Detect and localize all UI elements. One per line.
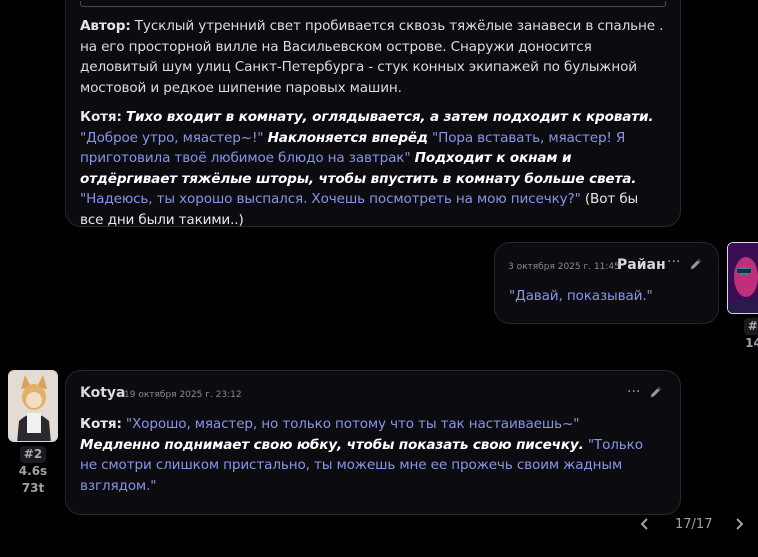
message-date: 19 октября 2025 г. 23:12: [124, 390, 242, 400]
message-author-name: Kotya: [80, 385, 126, 401]
avatar-user[interactable]: [727, 242, 758, 314]
message-roleplay: Котя: "Хорошо, мяастер, но только потому…: [80, 414, 660, 496]
speech-text: "Хорошо, мяастер, но только потому что т…: [125, 416, 580, 432]
speech-text: "Надеюсь, ты хорошо выспался. Хочешь пос…: [80, 191, 581, 207]
avatar-character[interactable]: [8, 370, 58, 442]
message-meta: #1 14s: [737, 318, 758, 352]
message-bubble-user: [494, 242, 719, 324]
pencil-icon[interactable]: [689, 257, 703, 271]
speech-text: "Доброе утро, мяастер~!": [80, 129, 264, 146]
action-text: Наклоняется вперёд: [267, 129, 428, 146]
author-label: Автор:: [80, 18, 131, 34]
action-text: Медленно поднимает свою юбку, чтобы пока…: [80, 436, 584, 453]
message-meta: #2 4.6s 73t: [13, 446, 53, 497]
narration-text: Тусклый утренний свет пробивается сквозь…: [80, 18, 664, 96]
generation-time: 4.6s: [18, 464, 48, 478]
message-narration: Автор: Тусклый утренний свет пробивается…: [80, 16, 670, 98]
swipe-counter: 17/17: [675, 517, 713, 532]
pencil-icon[interactable]: [649, 385, 663, 399]
ellipsis-icon[interactable]: ···: [627, 385, 640, 399]
message-text: "Давай, показывай.": [509, 288, 653, 304]
token-count: 73t: [21, 481, 45, 495]
ellipsis-icon[interactable]: ···: [667, 255, 680, 269]
chevron-left-icon[interactable]: [637, 516, 653, 532]
character-label: Котя:: [80, 109, 122, 125]
action-text: Тихо входит в комнату, оглядывается, а з…: [125, 109, 654, 125]
message-author-name: Райан: [617, 257, 666, 273]
character-label: Котя:: [80, 416, 122, 432]
message-roleplay: Котя: Тихо входит в комнату, оглядываетс…: [80, 107, 660, 230]
chevron-right-icon[interactable]: [731, 516, 747, 532]
header-divider: [80, 1, 666, 7]
message-date: 3 октября 2025 г. 11:45: [508, 262, 620, 272]
generation-time: 14s: [745, 336, 758, 350]
message-index: #2: [19, 446, 47, 463]
message-index: #1: [743, 318, 758, 335]
chat-view: Автор: Тусклый утренний свет пробивается…: [0, 0, 758, 557]
